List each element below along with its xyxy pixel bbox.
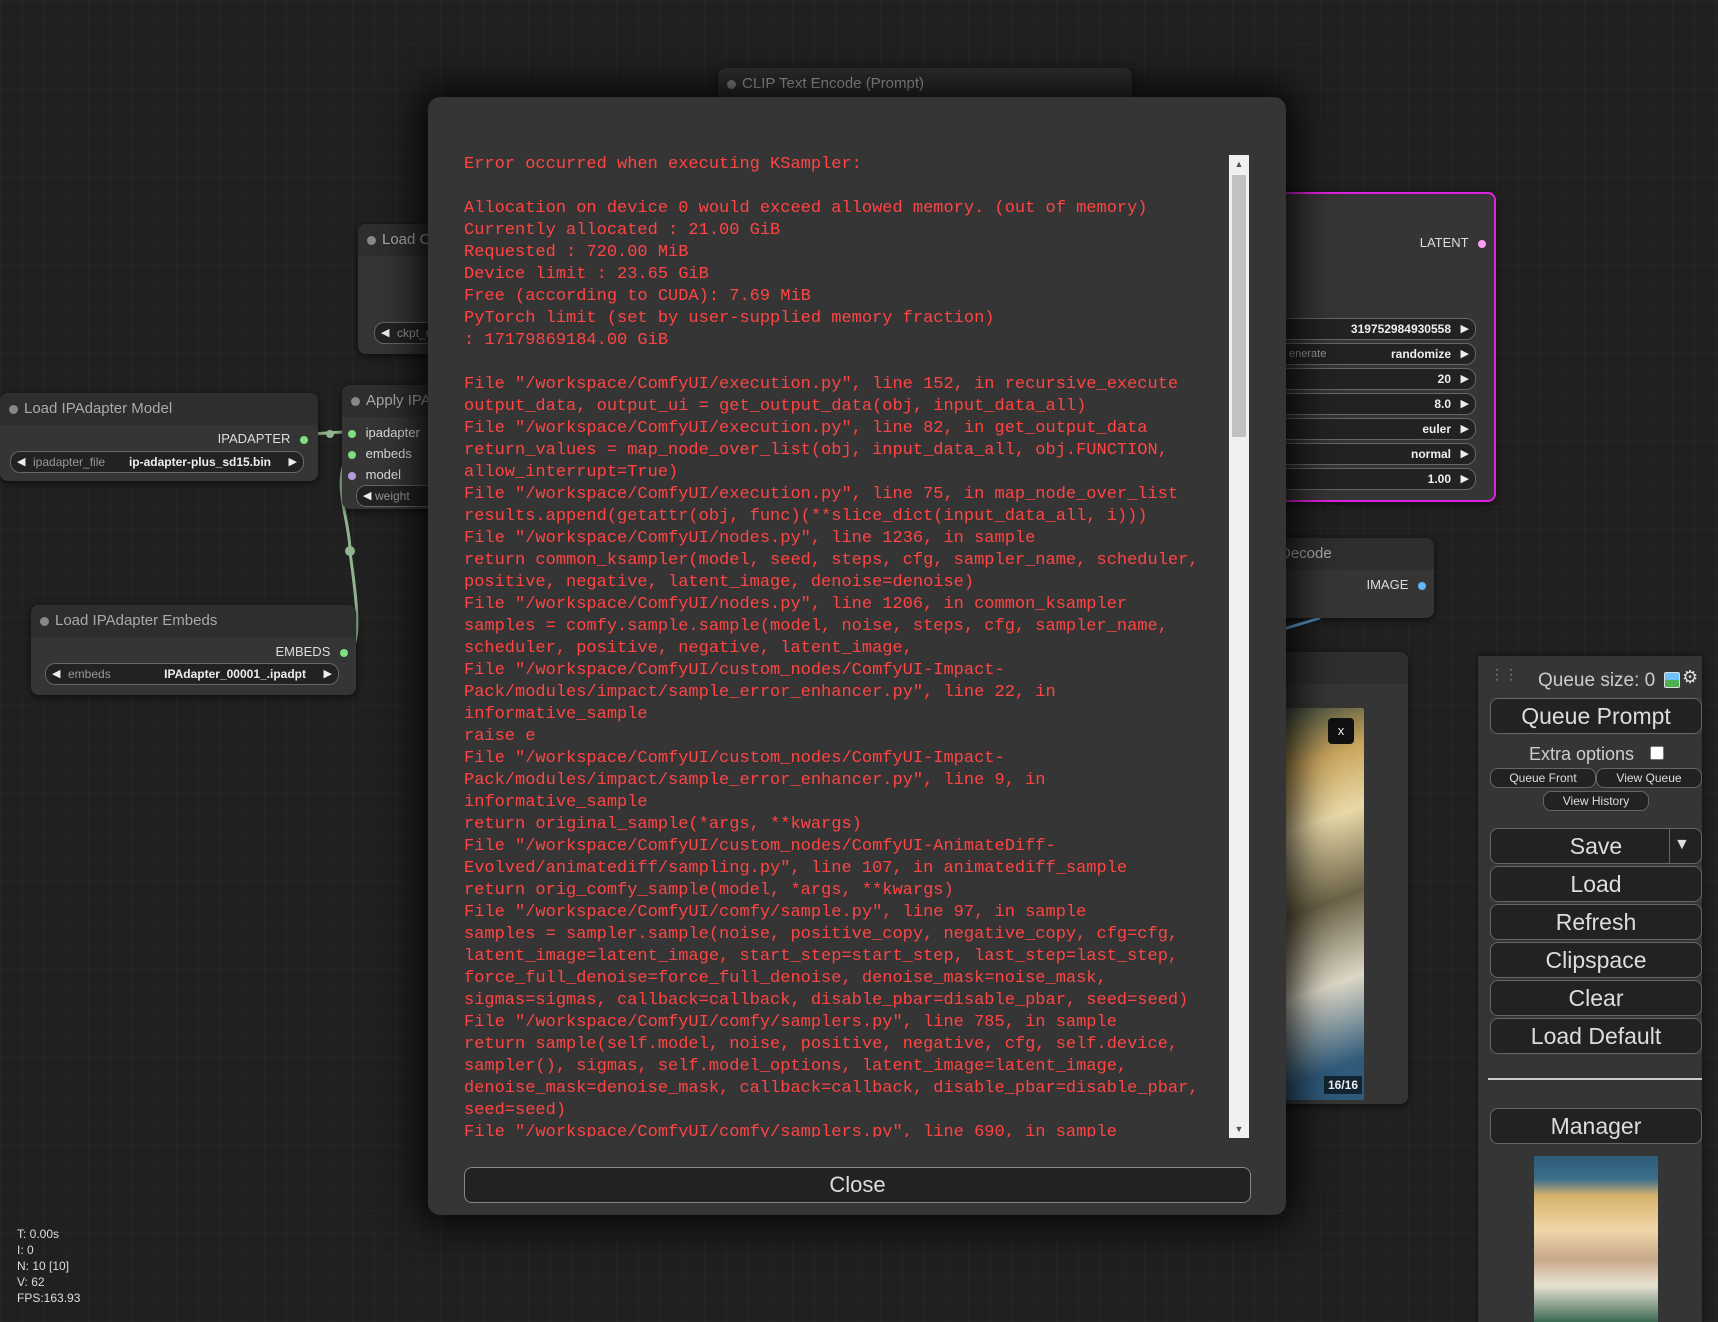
scrollbar-thumb[interactable] <box>1232 175 1246 437</box>
close-button[interactable]: Close <box>464 1167 1251 1203</box>
modal-overlay: Error occurred when executing KSampler: … <box>0 0 1718 1322</box>
scroll-down-icon[interactable]: ▼ <box>1229 1124 1249 1134</box>
scrollbar[interactable]: ▲ ▼ <box>1229 155 1249 1138</box>
scroll-up-icon[interactable]: ▲ <box>1229 159 1249 169</box>
error-message: Error occurred when executing KSampler: … <box>464 155 1199 1137</box>
error-dialog: Error occurred when executing KSampler: … <box>428 97 1286 1215</box>
error-scroll-area[interactable]: Error occurred when executing KSampler: … <box>464 154 1234 1137</box>
